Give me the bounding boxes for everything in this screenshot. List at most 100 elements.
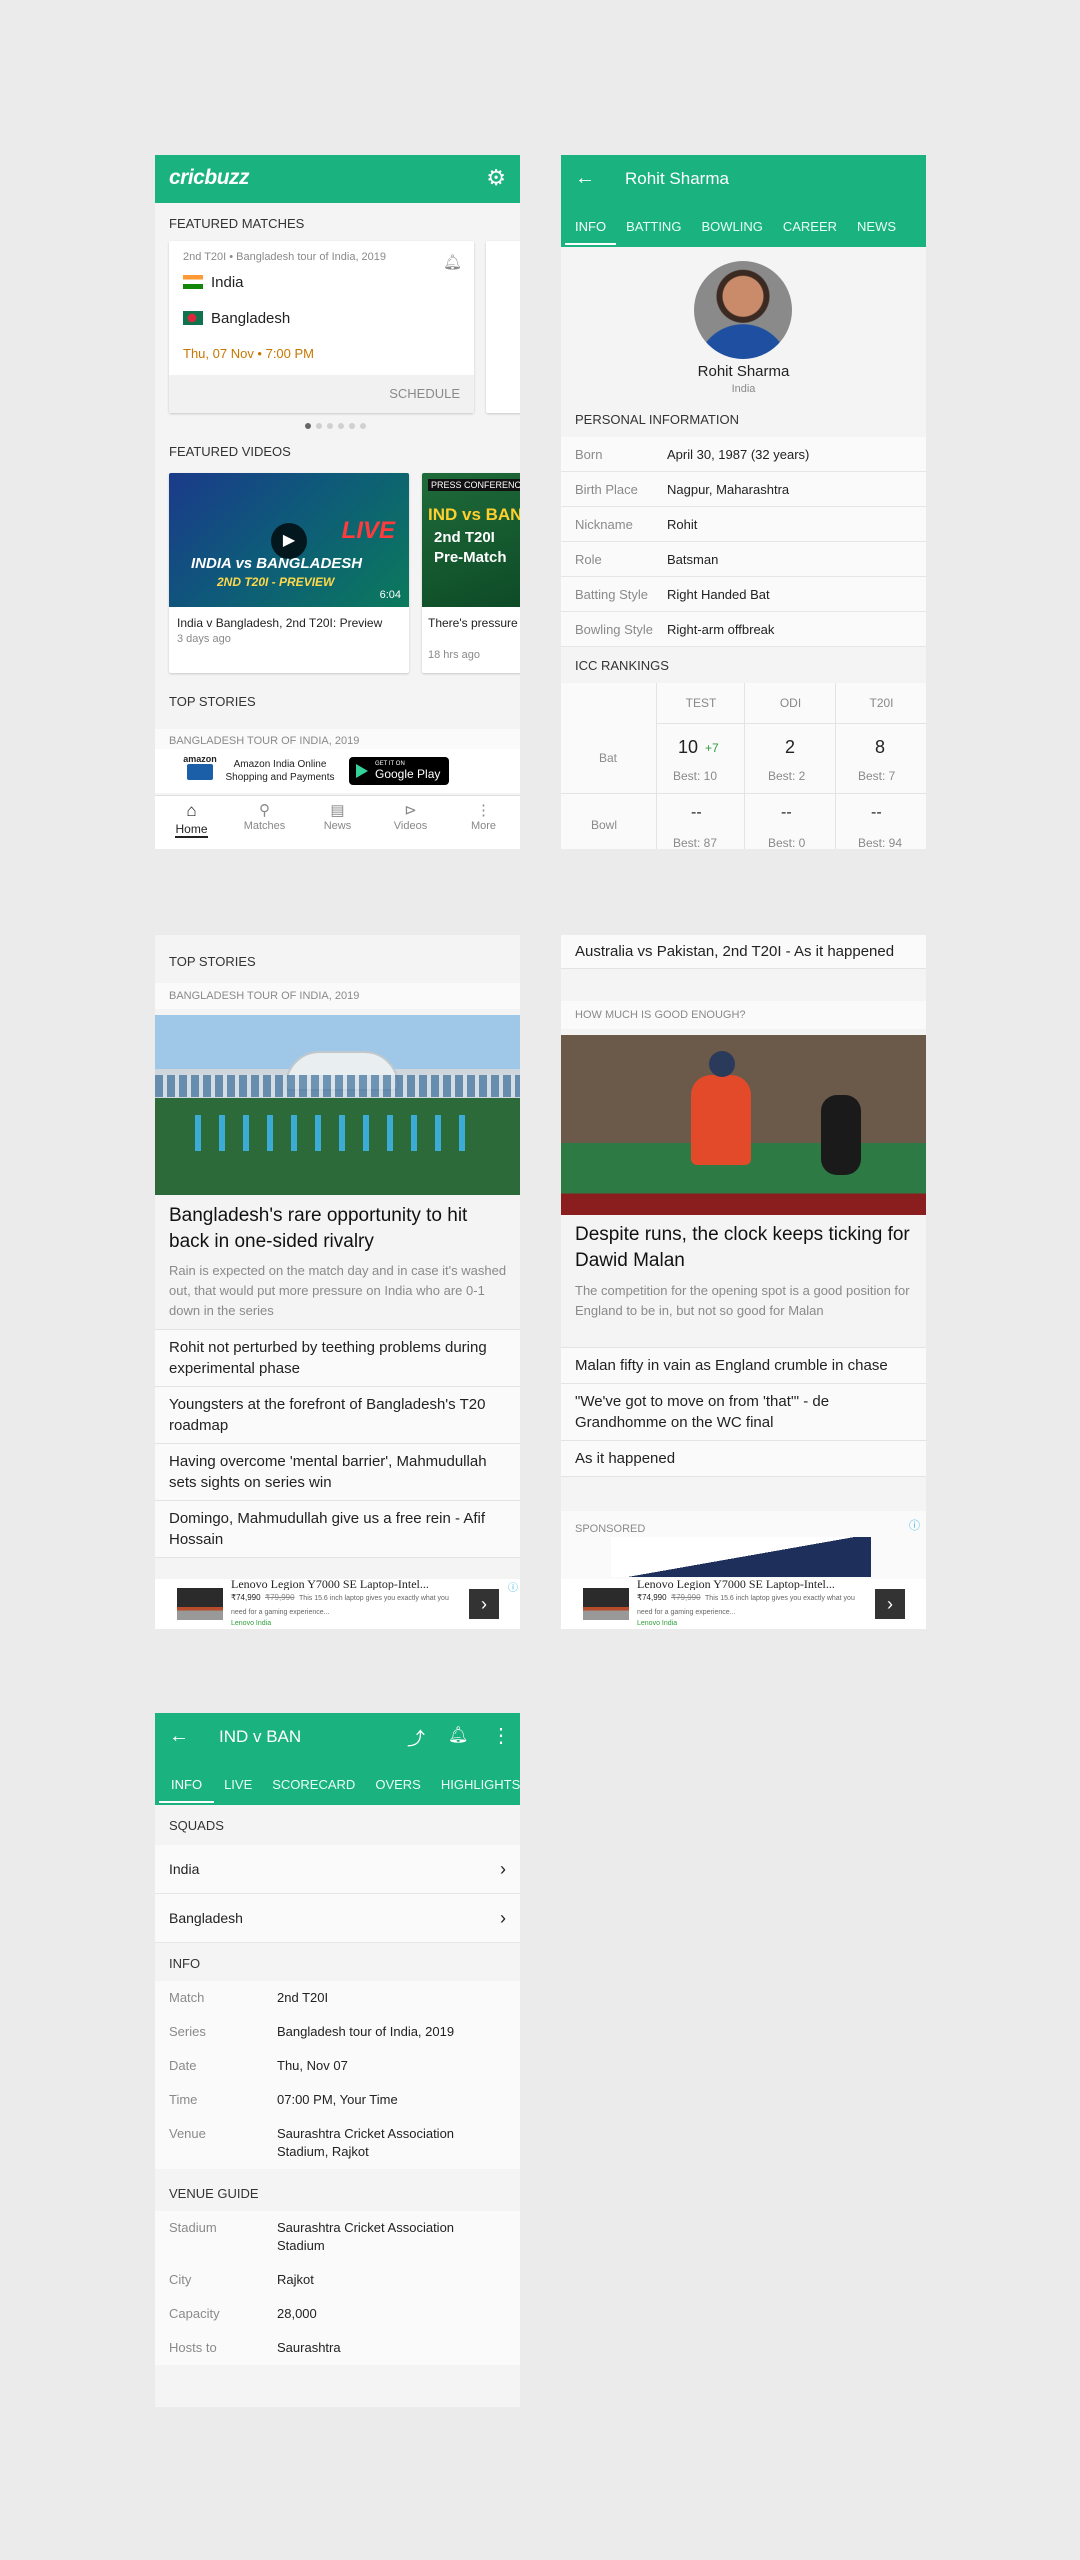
tab-live[interactable]: LIVE xyxy=(214,1767,262,1803)
tab-career[interactable]: CAREER xyxy=(773,209,847,245)
list-item[interactable]: Rohit not perturbed by teething problems… xyxy=(155,1329,520,1387)
nav-matches[interactable]: ⚲ Matches xyxy=(228,796,301,849)
info-key: Role xyxy=(575,551,602,567)
squad-row-bangladesh[interactable]: Bangladesh › xyxy=(155,1894,520,1943)
video-card-2[interactable]: PRESS CONFERENCE IND vs BAN 2nd T20I Pre… xyxy=(422,473,520,673)
schedule-button[interactable]: SCHEDULE xyxy=(389,386,460,401)
match-app-bar: ← IND v BAN ⤴ 🔔︎ ⋮ INFO LIVE SCORECARD O… xyxy=(155,1713,520,1805)
ad-info-icon[interactable]: ⓘ xyxy=(508,1579,518,1594)
bell-icon[interactable]: 🔔︎ xyxy=(448,1725,468,1745)
nav-news-label: News xyxy=(323,820,352,832)
player-tabs: INFO BATTING BOWLING CAREER NEWS xyxy=(565,209,906,245)
bat-t20-rank: 8 xyxy=(875,737,886,757)
news-icon: ▤ xyxy=(330,802,345,819)
video-card-1[interactable]: LIVE INDIA vs BANGLADESH 2ND T20I - PREV… xyxy=(169,473,409,673)
bat-test-rank: 10 xyxy=(678,737,699,757)
play-store-icon xyxy=(356,764,368,778)
match-card[interactable]: 2nd T20I • Bangladesh tour of India, 201… xyxy=(169,241,474,413)
list-item[interactable]: Malan fifty in vain as England crumble i… xyxy=(561,1347,926,1384)
ad-info-icon[interactable]: ⓘ xyxy=(909,1517,920,1533)
info-row: Bowling Style Right-arm offbreak xyxy=(561,612,926,647)
info-key: Birth Place xyxy=(575,481,638,497)
nav-videos[interactable]: ⊳ Videos xyxy=(374,796,447,849)
story-list: Rohit not perturbed by teething problems… xyxy=(155,1329,520,1558)
thumb-subtitle-1: 2ND T20I - PREVIEW xyxy=(217,575,335,589)
list-item[interactable]: Domingo, Mahmudullah give us a free rein… xyxy=(155,1501,520,1558)
nav-more-label: More xyxy=(470,820,497,832)
tab-scorecard[interactable]: SCORECARD xyxy=(262,1767,365,1803)
info-value: Nagpur, Maharashtra xyxy=(667,481,790,497)
story-headline[interactable]: Despite runs, the clock keeps ticking fo… xyxy=(575,1222,915,1274)
story-image[interactable] xyxy=(155,1015,520,1195)
google-play-button[interactable]: GET IT ON Google Play xyxy=(349,757,449,785)
settings-gear-icon[interactable]: ⚙ xyxy=(486,167,506,189)
ad-price: ₹74,990 xyxy=(231,1593,261,1602)
stories-screen: TOP STORIES BANGLADESH TOUR OF INDIA, 20… xyxy=(155,935,520,1629)
tab-batting[interactable]: BATTING xyxy=(616,209,691,245)
info-row: Date Thu, Nov 07 xyxy=(155,2049,520,2083)
list-item[interactable]: "We've got to move on from 'that'" - de … xyxy=(561,1384,926,1441)
info-value: Thu, Nov 07 xyxy=(277,2058,348,2073)
info-row: Nickname Rohit xyxy=(561,507,926,542)
info-value: Batsman xyxy=(667,551,719,567)
bell-icon[interactable]: 🔔︎ xyxy=(443,253,462,271)
tab-overs[interactable]: OVERS xyxy=(365,1767,431,1803)
player-title: Rohit Sharma xyxy=(625,169,729,188)
info-row: Role Batsman xyxy=(561,542,926,577)
lenovo-ad-banner[interactable]: Lenovo Legion Y7000 SE Laptop-Intel... ₹… xyxy=(561,1579,926,1629)
venue-row: Capacity 28,000 xyxy=(155,2297,520,2331)
tab-highlights[interactable]: HIGHLIGHTS xyxy=(431,1767,520,1803)
nav-videos-label: Videos xyxy=(393,820,428,832)
tab-news[interactable]: NEWS xyxy=(847,209,906,245)
cricbuzz-logo: cricbuzz xyxy=(169,166,250,189)
overflow-menu-icon[interactable]: ⋮ xyxy=(491,1723,511,1748)
venue-value: 28,000 xyxy=(277,2306,317,2321)
tab-info[interactable]: INFO xyxy=(159,1767,215,1803)
tab-info[interactable]: INFO xyxy=(565,209,617,245)
lenovo-ad-banner[interactable]: ⓘ Lenovo Legion Y7000 SE Laptop-Intel...… xyxy=(155,1579,520,1629)
info-key: Born xyxy=(575,446,603,462)
share-icon[interactable]: ⤴ xyxy=(407,1725,425,1751)
featured-videos-heading: FEATURED VIDEOS xyxy=(169,444,291,459)
list-item[interactable]: Australia vs Pakistan, 2nd T20I - As it … xyxy=(561,935,926,969)
back-arrow-icon[interactable]: ← xyxy=(575,167,595,190)
info-value: April 30, 1987 (32 years) xyxy=(667,446,810,462)
ad-old-price: ₹79,990 xyxy=(671,1593,701,1602)
more-icon: ⋮ xyxy=(476,802,491,819)
top-stories-heading: TOP STORIES xyxy=(169,694,256,709)
nav-more[interactable]: ⋮ More xyxy=(447,796,520,849)
squad-row-india[interactable]: India › xyxy=(155,1845,520,1894)
story-headline[interactable]: Bangladesh's rare opportunity to hit bac… xyxy=(169,1203,509,1255)
amazon-ad-banner[interactable]: amazon Amazon India Online Shopping and … xyxy=(155,749,520,793)
sponsored-label: SPONSORED xyxy=(575,1523,646,1535)
story-image[interactable] xyxy=(561,1035,926,1215)
list-item[interactable]: Having overcome 'mental barrier', Mahmud… xyxy=(155,1444,520,1501)
amazon-brand: amazon xyxy=(183,754,217,764)
ad-chevron-icon[interactable]: › xyxy=(875,1589,905,1619)
thumb-tag-2: PRESS CONFERENCE xyxy=(428,479,520,491)
nav-home[interactable]: ⌂ Home xyxy=(155,796,228,849)
tab-bowling[interactable]: BOWLING xyxy=(691,209,772,245)
personal-info-list: Born April 30, 1987 (32 years) Birth Plac… xyxy=(561,437,926,647)
info-key: Time xyxy=(169,2092,198,2107)
match-info-screen: ← IND v BAN ⤴ 🔔︎ ⋮ INFO LIVE SCORECARD O… xyxy=(155,1713,520,2407)
ad-source: Lenovo India xyxy=(637,1620,678,1627)
info-key: Nickname xyxy=(575,516,633,532)
sponsored-image[interactable] xyxy=(611,1537,871,1577)
list-item[interactable]: Youngsters at the forefront of Banglades… xyxy=(155,1387,520,1444)
ad-title: Lenovo Legion Y7000 SE Laptop-Intel... xyxy=(231,1579,429,1590)
list-item[interactable]: As it happened xyxy=(561,1441,926,1477)
match-card-next[interactable] xyxy=(486,241,520,413)
play-icon[interactable]: ▶ xyxy=(271,523,307,559)
ad-chevron-icon[interactable]: › xyxy=(469,1589,499,1619)
back-arrow-icon[interactable]: ← xyxy=(169,1725,189,1748)
info-key: Venue xyxy=(169,2126,206,2141)
bowl-label: Bowl xyxy=(591,818,618,832)
matches-icon: ⚲ xyxy=(259,802,270,819)
nav-news[interactable]: ▤ News xyxy=(301,796,374,849)
stories-screen-2: Australia vs Pakistan, 2nd T20I - As it … xyxy=(561,935,926,1629)
home-icon: ⌂ xyxy=(186,801,197,820)
bat-odi-rank: 2 xyxy=(785,737,796,757)
venue-key: City xyxy=(169,2272,192,2287)
video-title-1: India v Bangladesh, 2nd T20I: Preview xyxy=(177,616,383,630)
